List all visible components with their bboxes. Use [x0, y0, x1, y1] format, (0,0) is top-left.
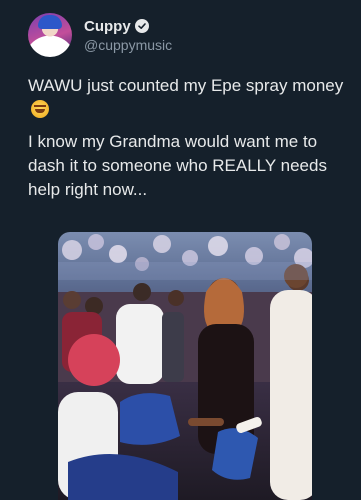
event-photo-illustration [58, 234, 312, 500]
tweet-header: Cuppy @cuppymusic [28, 10, 348, 60]
user-handle[interactable]: @cuppymusic [84, 37, 172, 53]
author-names: Cuppy @cuppymusic [84, 18, 172, 53]
tweet-line-1: WAWU just counted my Epe spray money [28, 74, 348, 122]
tweet-line-1-text: WAWU just counted my Epe spray money [28, 76, 344, 95]
grinning-sweat-emoji-icon [31, 100, 49, 118]
verified-badge-icon [134, 19, 149, 33]
tweet-body: WAWU just counted my Epe spray money I k… [28, 74, 348, 210]
display-name[interactable]: Cuppy [84, 18, 131, 35]
avatar[interactable] [28, 13, 72, 57]
tweet-photo[interactable] [58, 232, 312, 500]
display-name-row: Cuppy [84, 18, 172, 35]
tweet-line-2: I know my Grandma would want me to dash … [28, 132, 327, 199]
